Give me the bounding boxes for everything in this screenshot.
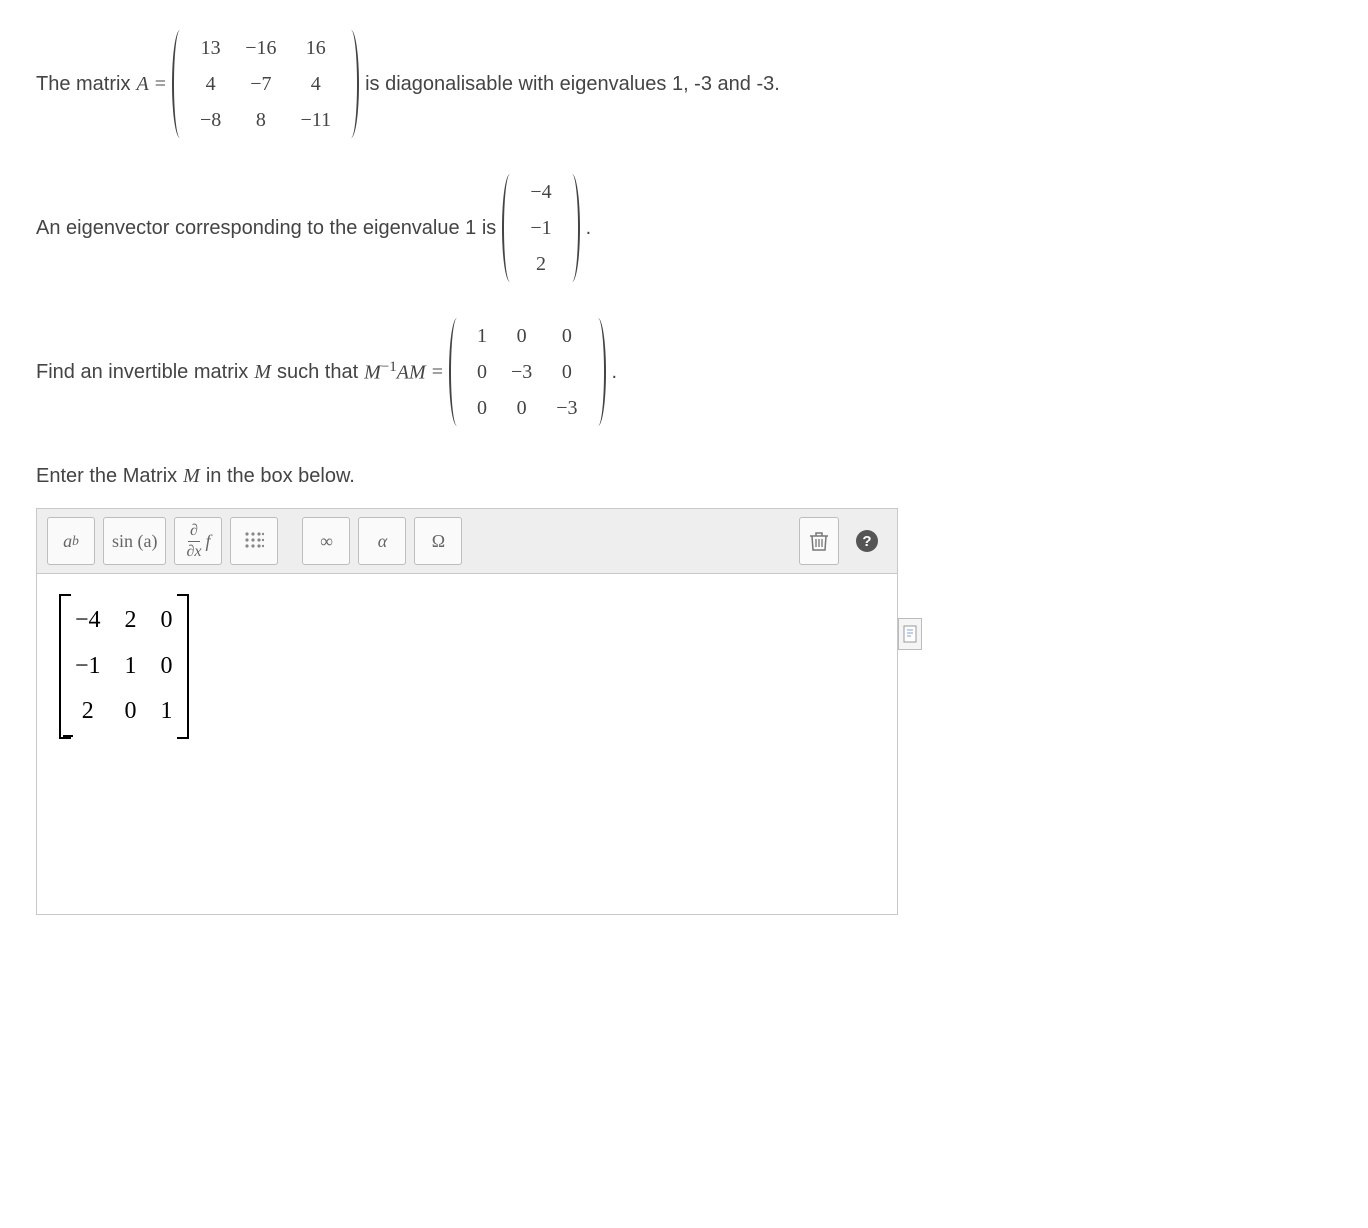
problem-line-2: An eigenvector corresponding to the eige… bbox=[36, 174, 1338, 282]
expr-MinvAM: M−1AM bbox=[364, 357, 426, 387]
period: . bbox=[586, 214, 592, 242]
matrix-A: 13−1616 4−74 −88−11 bbox=[172, 30, 359, 138]
tool-greek-lower[interactable]: α bbox=[358, 517, 406, 565]
var-M: M bbox=[183, 462, 200, 490]
equation-editor: ab sin (a) ∂∂x f ∞ α Ω bbox=[36, 508, 898, 915]
tool-derivative[interactable]: ∂∂x f bbox=[174, 517, 222, 565]
trash-icon bbox=[810, 531, 828, 551]
var-M: M bbox=[254, 358, 271, 386]
text: The matrix bbox=[36, 70, 130, 98]
text: Enter the Matrix bbox=[36, 462, 177, 490]
period: . bbox=[612, 358, 618, 386]
equals: = bbox=[155, 70, 166, 98]
expand-editor-button[interactable] bbox=[898, 618, 922, 650]
var-A: A bbox=[136, 70, 148, 98]
equals: = bbox=[432, 358, 443, 386]
help-icon: ? bbox=[856, 530, 878, 552]
editor-toolbar: ab sin (a) ∂∂x f ∞ α Ω bbox=[37, 509, 897, 574]
diagonal-matrix: 100 0−30 00−3 bbox=[449, 318, 606, 426]
tool-trig[interactable]: sin (a) bbox=[103, 517, 166, 565]
instruction-line: Enter the Matrix M in the box below. bbox=[36, 462, 1338, 490]
text: in the box below. bbox=[206, 462, 355, 490]
tool-delete[interactable] bbox=[799, 517, 839, 565]
problem-line-1: The matrix A = 13−1616 4−74 −88−11 is di… bbox=[36, 30, 1338, 138]
answer-input-area[interactable]: −420 −110 201 bbox=[37, 574, 897, 914]
tool-help[interactable]: ? bbox=[847, 517, 887, 565]
expand-icon bbox=[903, 625, 917, 643]
tool-superscript[interactable]: ab bbox=[47, 517, 95, 565]
matrix-dots-icon bbox=[244, 531, 264, 551]
text: Find an invertible matrix bbox=[36, 358, 248, 386]
tool-matrix[interactable] bbox=[230, 517, 278, 565]
text: is diagonalisable with eigenvalues 1, -3… bbox=[365, 70, 780, 98]
problem-line-3: Find an invertible matrix M such that M−… bbox=[36, 318, 1338, 426]
text: An eigenvector corresponding to the eige… bbox=[36, 214, 496, 242]
tool-infinity[interactable]: ∞ bbox=[302, 517, 350, 565]
answer-matrix[interactable]: −420 −110 201 bbox=[59, 594, 189, 739]
tool-greek-upper[interactable]: Ω bbox=[414, 517, 462, 565]
text: such that bbox=[277, 358, 358, 386]
eigenvector: −4 −1 2 bbox=[502, 174, 579, 282]
